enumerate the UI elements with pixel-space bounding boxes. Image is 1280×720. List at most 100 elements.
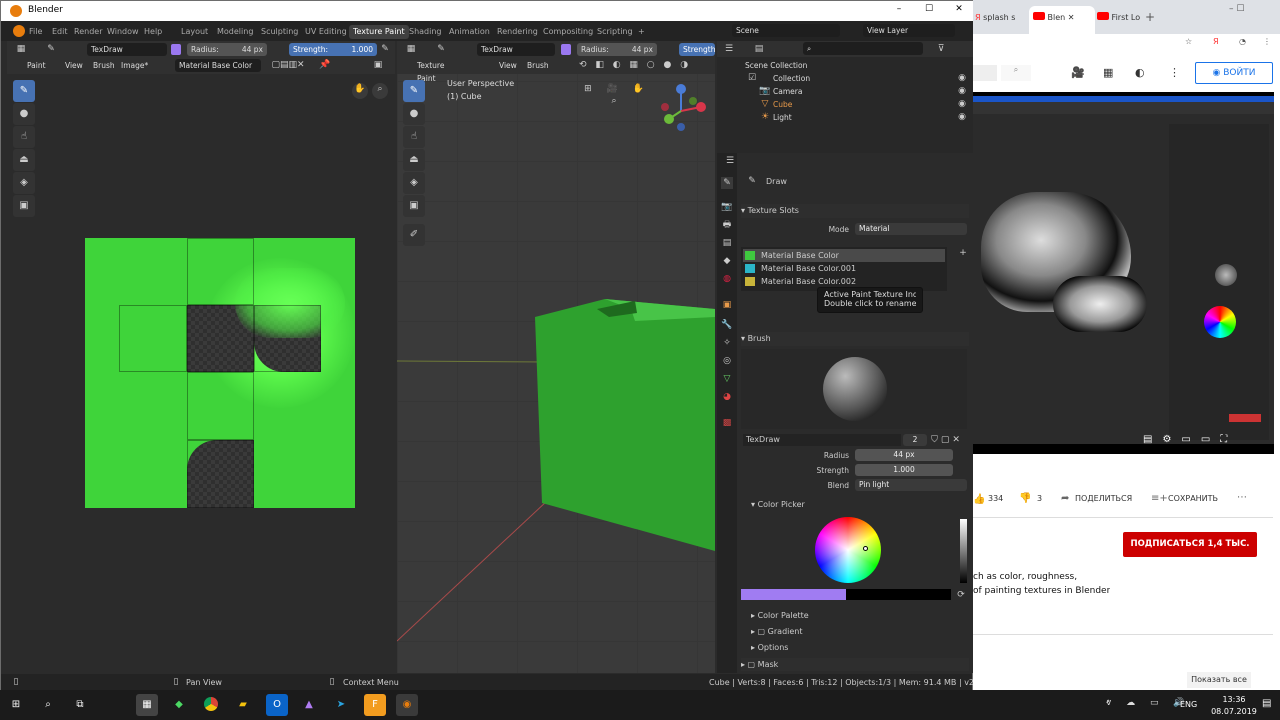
tab-texture-paint[interactable]: Texture Paint [349,25,409,39]
clock-date[interactable]: 08.07.2019 [1202,707,1266,716]
outlook-icon[interactable]: O [266,694,288,716]
maximize-button[interactable]: ☐ [919,4,939,14]
yandex-ext-icon[interactable]: Я [1213,37,1219,46]
mode-dropdown[interactable]: Material [855,223,967,235]
display-mode-icon[interactable]: ▤ [753,43,765,55]
image-menu[interactable]: Image* [117,59,152,72]
color-palette-header[interactable]: ▸ Color Palette [751,611,809,620]
brush-name-field[interactable]: TexDraw [87,43,167,56]
texture-slot-0[interactable]: Material Base Color [743,249,945,262]
output-tab-icon[interactable]: 🖶 [721,219,733,231]
browser-tab[interactable]: Я splash s [975,6,1027,30]
add-slot-icon[interactable]: + [957,247,969,259]
editor-type-icon[interactable]: ▦ [13,43,29,55]
menu-edit[interactable]: Edit [48,25,72,39]
editor-type-icon[interactable]: ☰ [723,43,735,55]
tab-uv-editing[interactable]: UV Editing [301,25,351,39]
texture-slot-1[interactable]: Material Base Color.001 [743,262,945,275]
modifier-tab-icon[interactable]: 🔧 [721,319,733,331]
close-button[interactable]: ✕ [949,4,969,14]
particles-tab-icon[interactable]: ✧ [721,337,733,349]
outliner-item-cube[interactable]: Cube [773,98,792,111]
menu-file[interactable]: File [25,25,46,39]
dislike-icon[interactable]: 👎 [1019,493,1031,504]
share-button[interactable]: ПОДЕЛИТЬСЯ [1075,494,1132,503]
data-tab-icon[interactable]: ▽ [721,373,733,385]
checkbox-icon[interactable]: ☑ [747,72,757,84]
menu-help[interactable]: Help [140,25,166,39]
apps-icon[interactable]: ▦ [1103,66,1113,79]
fake-user-icon[interactable]: ⛉▢✕ [929,434,965,446]
create-video-icon[interactable]: 🎥 [1071,66,1085,79]
material-tab-icon[interactable]: ◕ [721,391,733,403]
notifications-icon[interactable]: ▤ [1262,698,1271,709]
tool-clone-icon[interactable]: ⏏ [13,149,35,171]
telegram-icon[interactable]: ➤ [330,694,352,716]
more-actions-icon[interactable]: ⋯ [1237,492,1247,503]
brush-users-count[interactable]: 2 [903,434,927,446]
profile-icon[interactable]: ◔ [1239,37,1246,46]
color-wheel[interactable] [815,517,881,583]
windows-start-icon[interactable]: ⊞ [5,694,27,716]
strength-field[interactable]: Strength: 1.000 [289,43,377,56]
gradient-header[interactable]: ▸ ▢ Gradient [751,627,803,636]
cube-object[interactable] [397,41,715,673]
editor-type-icon[interactable]: ☰ [723,155,737,167]
radius-field[interactable]: Radius: 44 px [187,43,267,56]
tab-compositing[interactable]: Compositing [539,25,597,39]
blender-menu-icon[interactable] [13,25,25,37]
brush-datablock-name[interactable]: TexDraw [743,434,901,446]
value-slider[interactable] [960,519,967,583]
save-playlist-icon[interactable]: ≡+ [1151,493,1168,504]
color-cursor[interactable] [863,546,868,551]
brush-color-swatch[interactable] [171,44,181,55]
display-channels-icon[interactable]: ▣ [369,59,387,71]
video-player[interactable]: ▤⚙▭▭⛶ [973,92,1274,454]
search-icon[interactable]: ⌕ [37,694,59,716]
scene-tab-icon[interactable]: ◆ [721,255,733,267]
tray-icons[interactable]: ⱴ ☁ ▭ 🔊 [1106,698,1191,708]
world-tab-icon[interactable]: ◍ [721,273,733,285]
swap-colors-icon[interactable]: ⟳ [955,589,967,601]
texture-slots-header[interactable]: ▾ Texture Slots [741,204,969,218]
calculator-icon[interactable]: ▦ [136,694,158,716]
render-tab-icon[interactable]: 📷 [721,201,733,213]
like-icon[interactable]: 👍 [973,494,985,505]
mask-header[interactable]: ▸ ▢ Mask [741,658,969,671]
settings-dots-icon[interactable]: ⋮ [1169,66,1180,79]
pin-icon[interactable]: 📌 [319,59,331,71]
brush-menu[interactable]: Brush [89,59,119,72]
eye-icon[interactable]: ◉ [957,98,967,110]
share-icon[interactable]: ➦ [1061,493,1069,504]
show-all-button[interactable]: Показать все [1187,672,1251,688]
mode-dropdown[interactable]: Paint [23,59,57,72]
clock-time[interactable]: 13:36 [1214,695,1254,704]
fl-studio-icon[interactable]: F [364,694,386,716]
tool-tab-icon[interactable]: ✎ [721,177,733,189]
browser-tab[interactable]: First Lo [1097,6,1147,30]
zoom-icon[interactable]: ⌕ [372,83,388,99]
tool-draw-icon[interactable]: ✎ [13,80,35,102]
tool-mask-icon[interactable]: ▣ [13,195,35,217]
app-icon[interactable]: ◆ [168,694,190,716]
pan-hand-icon[interactable]: ✋ [352,83,368,99]
brush-preview[interactable] [741,349,967,429]
brush-section-header[interactable]: ▾ Brush [741,332,969,346]
texture-canvas[interactable] [85,238,355,508]
eye-icon[interactable]: ◉ [957,85,967,97]
task-view-icon[interactable]: ⧉ [69,694,91,716]
tab-sculpting[interactable]: Sculpting [257,25,302,39]
blend-dropdown[interactable]: Pin light [855,479,967,491]
signin-button[interactable]: ◉ ВОЙТИ [1195,62,1273,84]
minimize-button[interactable]: – [889,4,909,14]
tab-animation[interactable]: Animation [445,25,494,39]
affinity-icon[interactable]: ▲ [298,694,320,716]
image-name-field[interactable]: Material Base Color [175,59,261,72]
video-controls[interactable]: ▤⚙▭▭⛶ [1143,434,1274,450]
strength-slider[interactable]: 1.000 [855,464,953,476]
3d-viewport[interactable]: ▦ ✎ TexDraw Radius: 44 px Strength: Text… [397,41,715,673]
tool-smear-icon[interactable]: ☝ [13,126,35,148]
tab-layout[interactable]: Layout [177,25,212,39]
outliner-item-light[interactable]: Light [773,111,792,124]
current-color-bar[interactable] [741,589,951,600]
